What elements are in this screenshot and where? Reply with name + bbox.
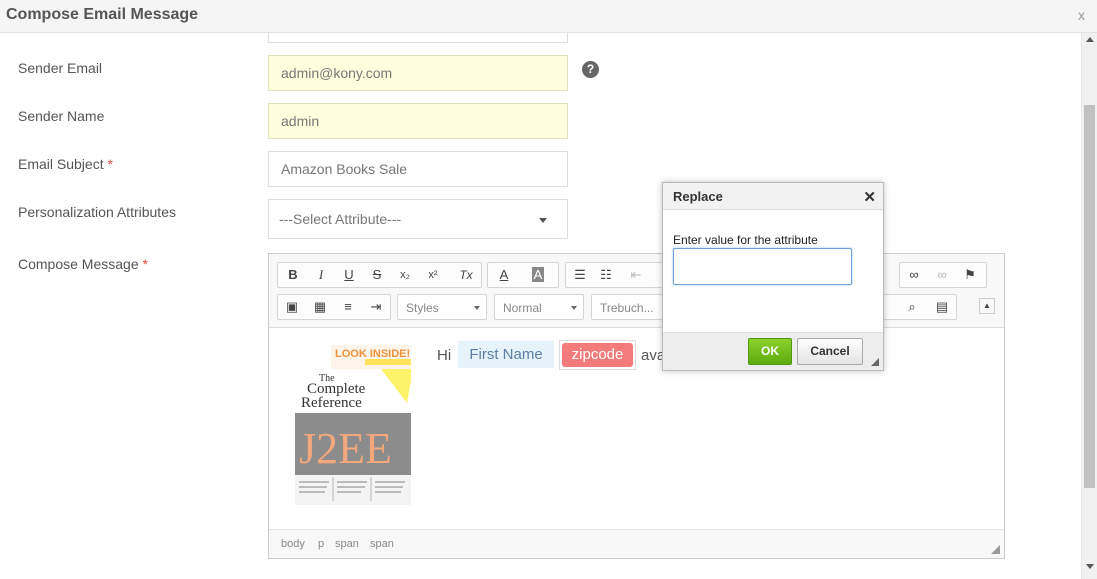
bg-color-icon[interactable]: A xyxy=(526,264,550,286)
close-icon[interactable]: x xyxy=(1078,7,1085,23)
zipcode-placeholder-tag[interactable]: zipcode xyxy=(559,340,636,370)
styles-combo[interactable]: Styles xyxy=(397,294,487,320)
subscript-icon[interactable]: x₂ xyxy=(393,264,417,286)
dialog-resize-handle[interactable] xyxy=(871,358,879,366)
required-marker: * xyxy=(142,256,148,272)
sender-email-field[interactable]: admin@kony.com xyxy=(268,55,568,91)
element-path-item[interactable]: p xyxy=(318,538,324,550)
personalization-label: Personalization Attributes xyxy=(18,204,176,220)
close-icon[interactable]: ✕ xyxy=(863,188,876,206)
format-combo-label: Normal xyxy=(503,301,542,315)
modal-title: Compose Email Message xyxy=(6,6,199,23)
replace-value-input[interactable] xyxy=(673,248,852,285)
replace-dialog-footer: OK Cancel xyxy=(663,332,883,370)
font-combo-label: Trebuch... xyxy=(600,301,654,315)
attribute-select-value: ---Select Attribute--- xyxy=(279,211,402,227)
help-icon[interactable]: ? xyxy=(582,61,599,78)
remove-format-icon[interactable]: Tx xyxy=(454,264,478,286)
rich-text-editor[interactable]: B I U S x₂ x² Tx A A ☰ ☷ ⇤ ∞ ∞ ⚑ ▣ ▦ ≡ ⇥… xyxy=(268,253,1005,559)
editor-toolbar: B I U S x₂ x² Tx A A ☰ ☷ ⇤ ∞ ∞ ⚑ ▣ ▦ ≡ ⇥… xyxy=(269,254,1004,328)
link-group: ∞ ∞ ⚑ xyxy=(899,262,987,288)
color-group: A A xyxy=(487,262,559,288)
scroll-down-icon[interactable] xyxy=(1086,564,1094,569)
basic-styles-group: B I U S x₂ x² Tx xyxy=(277,262,482,288)
collapse-toolbar-icon[interactable]: ▲ xyxy=(979,298,995,314)
vertical-scrollbar[interactable] xyxy=(1081,33,1097,579)
anchor-flag-icon[interactable]: ⚑ xyxy=(958,264,982,286)
strike-icon[interactable]: S xyxy=(365,264,389,286)
required-marker: * xyxy=(107,156,113,172)
insert-group: ▣ ▦ ≡ ⇥ xyxy=(277,294,391,320)
partial-field-above xyxy=(268,33,568,43)
indent-icon[interactable]: ⇥ xyxy=(364,296,388,318)
font-combo[interactable]: Trebuch... xyxy=(591,294,663,320)
underline-icon[interactable]: U xyxy=(337,264,361,286)
cancel-button[interactable]: Cancel xyxy=(797,338,863,365)
compose-email-modal: Compose Email Message x Sender Email adm… xyxy=(0,0,1097,579)
horizontal-rule-icon[interactable]: ≡ xyxy=(336,296,360,318)
image-icon[interactable]: ▣ xyxy=(280,296,304,318)
bulleted-list-icon[interactable]: ☷ xyxy=(594,264,618,286)
list-group: ☰ ☷ ⇤ xyxy=(565,262,665,288)
book-title-line3: Reference xyxy=(301,395,362,411)
scrollbar-thumb[interactable] xyxy=(1084,105,1095,488)
replace-value-label: Enter value for the attribute xyxy=(673,233,818,247)
bold-icon[interactable]: B xyxy=(281,264,305,286)
italic-icon[interactable]: I xyxy=(309,264,333,286)
message-greeting: Hi xyxy=(437,347,452,364)
modal-header: Compose Email Message x xyxy=(0,0,1097,33)
editor-statusbar: body p span span xyxy=(269,529,1004,558)
sender-name-field[interactable]: admin xyxy=(268,103,568,139)
chevron-down-icon xyxy=(571,306,577,310)
format-combo[interactable]: Normal xyxy=(494,294,584,320)
editor-content[interactable]: LOOK INSIDE! The Complete Reference J2EE xyxy=(269,329,1004,529)
element-path-item[interactable]: body xyxy=(281,538,305,550)
zipcode-tag-label: zipcode xyxy=(562,343,633,367)
book-look-inside: LOOK INSIDE! xyxy=(335,348,410,360)
compose-message-label-text: Compose Message xyxy=(18,256,139,272)
email-subject-label: Email Subject * xyxy=(18,156,113,172)
scroll-up-icon[interactable] xyxy=(1086,37,1094,42)
link-icon[interactable]: ∞ xyxy=(902,264,926,286)
sender-email-label: Sender Email xyxy=(18,60,103,76)
superscript-icon[interactable]: x² xyxy=(421,264,445,286)
element-path-item[interactable]: span xyxy=(370,538,394,550)
numbered-list-icon[interactable]: ☰ xyxy=(568,264,592,286)
attribute-select[interactable]: ---Select Attribute--- xyxy=(268,199,568,239)
preview-icon[interactable]: ⌕ xyxy=(900,296,924,318)
editor-resize-handle[interactable] xyxy=(991,545,1000,554)
unlink-icon[interactable]: ∞ xyxy=(930,264,954,286)
text-color-icon[interactable]: A xyxy=(492,264,516,286)
templates-icon[interactable]: ▤ xyxy=(930,296,954,318)
styles-combo-label: Styles xyxy=(406,301,439,315)
replace-dialog-title: Replace xyxy=(663,183,883,210)
first-name-placeholder-tag[interactable]: First Name xyxy=(458,341,554,368)
element-path-item[interactable]: span xyxy=(335,538,359,550)
book-big-title: J2EE xyxy=(299,424,392,473)
book-cover-image: LOOK INSIDE! The Complete Reference J2EE xyxy=(295,341,417,505)
compose-message-label: Compose Message * xyxy=(18,256,148,272)
email-subject-label-text: Email Subject xyxy=(18,156,104,172)
chevron-down-icon xyxy=(474,306,480,310)
replace-dialog: Replace ✕ Enter value for the attribute … xyxy=(662,182,884,371)
ok-button[interactable]: OK xyxy=(748,338,792,365)
email-subject-field[interactable]: Amazon Books Sale xyxy=(268,151,568,187)
chevron-down-icon xyxy=(539,218,547,223)
table-icon[interactable]: ▦ xyxy=(308,296,332,318)
sender-name-label: Sender Name xyxy=(18,108,105,124)
outdent-icon[interactable]: ⇤ xyxy=(624,264,648,286)
